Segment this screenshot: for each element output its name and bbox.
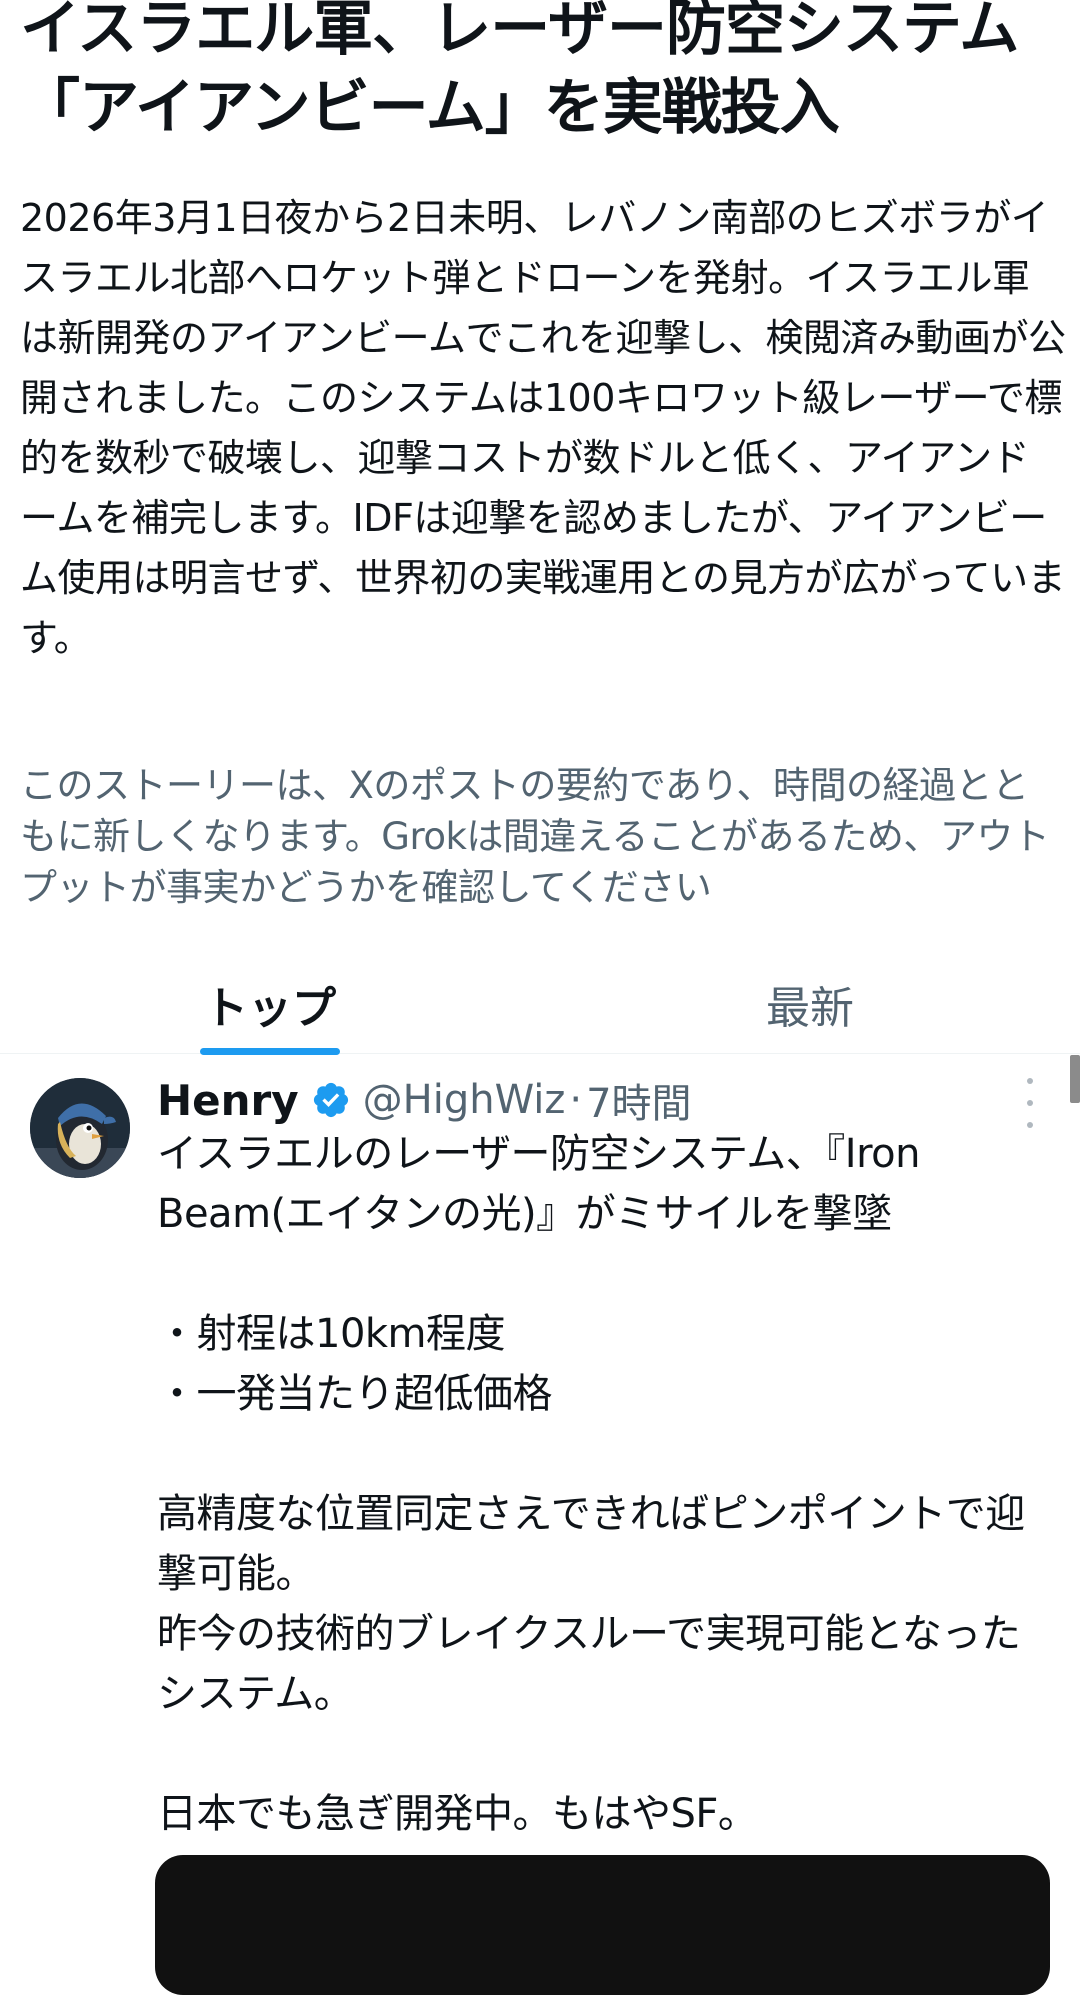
post-timestamp[interactable]: 7時間 bbox=[586, 1071, 691, 1129]
post-text: イスラエルのレーザー防空システム、『Iron Beam(エイタンの光)』がミサイ… bbox=[157, 1131, 1025, 1837]
tab-latest[interactable]: 最新 bbox=[740, 955, 880, 1053]
tab-top[interactable]: トップ bbox=[200, 955, 340, 1053]
author-name[interactable]: Henry bbox=[157, 1076, 299, 1125]
story-summary: 2026年3月1日夜から2日未明、レバノン南部のヒズボラがイスラエル北部へロケッ… bbox=[20, 196, 1066, 660]
tab-latest-label: 最新 bbox=[766, 983, 854, 1034]
verified-badge-icon bbox=[311, 1080, 351, 1120]
author-handle[interactable]: @HighWiz bbox=[363, 1077, 566, 1123]
post[interactable]: Henry @HighWiz · 7時間 イスラエルのレーザー防空システム、『I… bbox=[0, 1054, 1080, 1995]
story-title: イスラエル軍、レーザー防空システム「アイアンビーム」を実戦投入 bbox=[20, 0, 1019, 143]
avatar-penguin-image bbox=[30, 1078, 130, 1178]
more-options-icon[interactable] bbox=[1020, 1078, 1040, 1128]
post-header: Henry @HighWiz · 7時間 bbox=[157, 1068, 692, 1132]
avatar[interactable] bbox=[30, 1078, 130, 1178]
grok-disclaimer: このストーリーは、Xのポストの要約であり、時間の経過とともに新しくなります。Gr… bbox=[20, 764, 1050, 909]
separator-dot: · bbox=[569, 1077, 583, 1123]
timeline-tabs: トップ 最新 bbox=[0, 955, 1080, 1055]
post-media[interactable] bbox=[155, 1855, 1050, 1995]
tab-top-label: トップ bbox=[204, 983, 336, 1034]
